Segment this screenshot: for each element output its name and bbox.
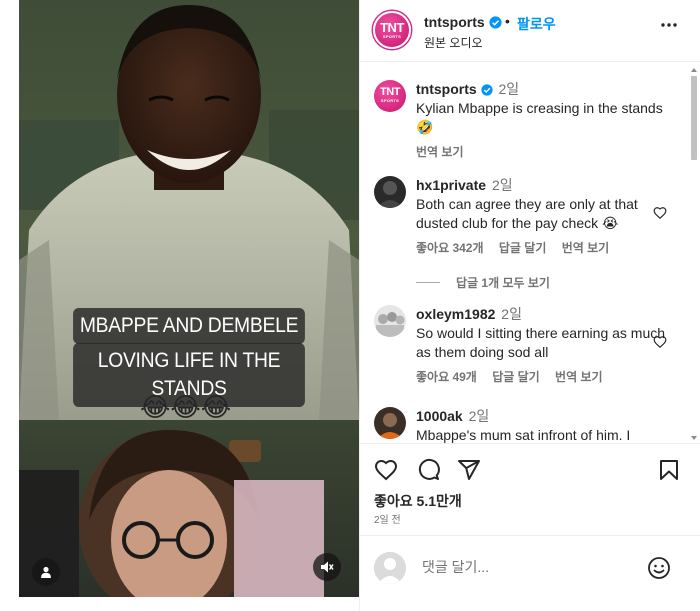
comment-username[interactable]: oxleym1982 (416, 306, 495, 322)
heart-icon[interactable] (653, 335, 667, 349)
likes-count[interactable]: 좋아요 5.1만개 (374, 491, 462, 511)
comment-age: 2일 (491, 177, 513, 193)
caption-author-avatar[interactable]: TNT SPORTS (374, 80, 406, 112)
comment-input[interactable]: 댓글 달기... (422, 557, 489, 577)
comment-text: So would I sitting there earning as much… (416, 325, 666, 360)
author-username[interactable]: tntsports (424, 14, 502, 30)
comment-username[interactable]: 1000ak (416, 408, 463, 424)
post-actions: 좋아요 5.1만개 2일 전 (360, 443, 700, 533)
more-horizontal-icon[interactable] (660, 22, 678, 28)
view-replies-link[interactable]: 답글 1개 모두 보기 (416, 274, 550, 291)
avatar-image (374, 305, 406, 337)
person-icon (41, 566, 51, 578)
comment-likes[interactable]: 좋아요 49개 (416, 370, 477, 384)
commenter-avatar[interactable] (374, 407, 406, 439)
follow-button[interactable]: 팔로우 (517, 14, 556, 34)
translate-link[interactable]: 번역 보기 (555, 370, 603, 384)
post-timestamp[interactable]: 2일 전 (374, 511, 401, 526)
commenter-avatar[interactable] (374, 305, 406, 337)
comment-age: 2일 (501, 306, 522, 322)
original-audio-link[interactable]: 원본 오디오 (424, 34, 483, 51)
caption-text: Kylian Mbappe is creasing in the stands (416, 100, 663, 116)
translate-link[interactable]: 번역 보기 (562, 241, 610, 255)
add-comment-bar: 댓글 달기... (360, 535, 700, 597)
author-avatar[interactable]: TNT SPORTS (373, 11, 411, 49)
default-avatar-icon (374, 552, 406, 584)
speaker-muted-icon (321, 561, 334, 573)
avatar-image (374, 407, 406, 439)
reel-video[interactable]: MBAPPE AND DEMBELE LOVING LIFE IN THE ST… (19, 0, 359, 597)
send-icon[interactable] (457, 458, 481, 482)
video-frame (19, 0, 359, 597)
current-user-avatar (374, 552, 406, 584)
post-side-panel: TNT SPORTS tntsports • 팔로우 원본 오디오 TNT SP… (359, 0, 700, 611)
comment-likes[interactable]: 좋아요 342개 (416, 241, 484, 255)
comment-emoji: 😭 (602, 215, 619, 231)
smiley-icon[interactable] (647, 556, 671, 580)
reply-button[interactable]: 답글 달기 (499, 241, 547, 255)
mute-button[interactable] (313, 553, 341, 581)
tagged-users-button[interactable] (32, 558, 60, 586)
heart-icon[interactable] (653, 206, 667, 220)
caption-emoji: 🤣 (416, 119, 434, 135)
header-separator: • (505, 13, 510, 29)
comments-scrollbar[interactable] (690, 66, 698, 442)
verified-badge-icon (480, 84, 493, 96)
bookmark-icon[interactable] (657, 458, 681, 482)
caption-username[interactable]: tntsports (416, 81, 477, 97)
comment-text: Mbappe's mum sat infront of him. I (416, 427, 631, 443)
comments-list[interactable]: TNT SPORTS tntsports 2일 Kylian Mbappe is… (360, 63, 700, 443)
comment-age: 2일 (468, 408, 490, 424)
commenter-avatar[interactable] (374, 176, 406, 208)
caption-translate-link[interactable]: 번역 보기 (416, 145, 464, 159)
verified-badge-icon (488, 16, 502, 29)
video-emojis: 😂😂😂 (140, 393, 232, 423)
heart-icon[interactable] (374, 458, 398, 482)
comment-username[interactable]: hx1private (416, 177, 486, 193)
caption-age: 2일 (498, 81, 520, 97)
post-header: TNT SPORTS tntsports • 팔로우 원본 오디오 (360, 0, 700, 62)
reply-button[interactable]: 답글 달기 (492, 370, 540, 384)
video-caption-line-1: MBAPPE AND DEMBELE (73, 308, 305, 344)
avatar-image (374, 176, 406, 208)
comment-icon[interactable] (416, 458, 440, 482)
